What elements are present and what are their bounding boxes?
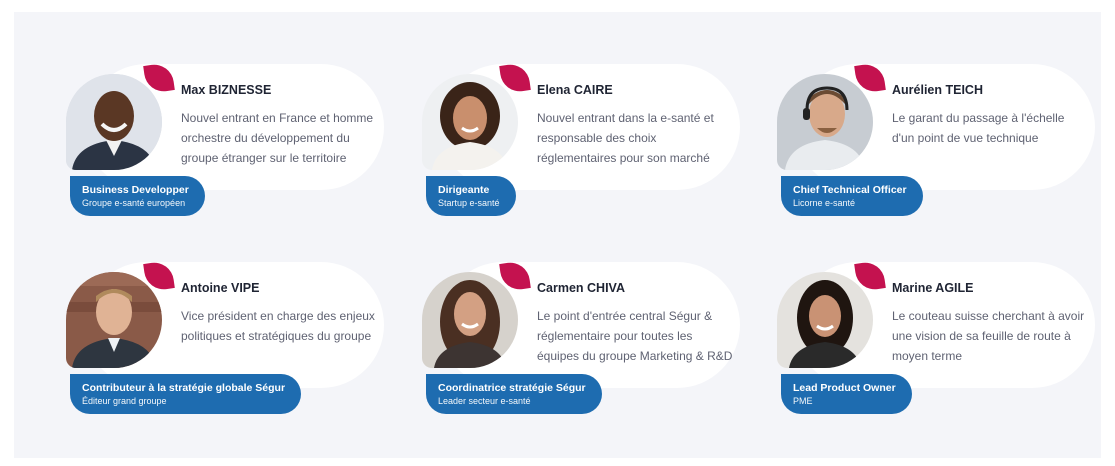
- persona-organization: Groupe e-santé européen: [82, 198, 186, 208]
- persona-role: Coordinatrice stratégie Ségur: [438, 382, 586, 394]
- persona-photo: [777, 272, 873, 368]
- persona-role-badge: Coordinatrice stratégie Ségur Leader sec…: [426, 374, 602, 414]
- persona-organization: Startup e-santé: [438, 198, 500, 208]
- persona-organization: Licorne e-santé: [793, 198, 856, 208]
- persona-role-badge: Contributeur à la stratégie globale Ségu…: [70, 374, 302, 414]
- personas-panel: Max BIZNESSE Nouvel entrant en France et…: [14, 12, 1101, 458]
- persona-card: Marine AGILE Le couteau suisse cherchant…: [777, 260, 1097, 414]
- persona-name: Marine AGILE: [892, 281, 974, 295]
- persona-role: Dirigeante: [438, 184, 490, 196]
- persona-description: Le couteau suisse cherchant à avoir une …: [892, 309, 1085, 363]
- persona-name: Aurélien TEICH: [892, 83, 983, 97]
- persona-card: Antoine VIPE Vice président en charge de…: [66, 260, 386, 414]
- persona-photo: [66, 272, 162, 368]
- persona-role-badge: Dirigeante Startup e-santé: [426, 176, 516, 216]
- persona-role: Chief Technical Officer: [793, 184, 907, 196]
- persona-name: Antoine VIPE: [181, 281, 260, 295]
- persona-name: Carmen CHIVA: [537, 281, 625, 295]
- persona-card: Max BIZNESSE Nouvel entrant en France et…: [66, 62, 386, 216]
- persona-card: Carmen CHIVA Le point d'entrée central S…: [422, 260, 742, 414]
- persona-card: Elena CAIRE Nouvel entrant dans la e-san…: [422, 62, 742, 216]
- persona-description: Nouvel entrant en France et homme orches…: [181, 111, 374, 165]
- persona-description: Le point d'entrée central Ségur & réglem…: [537, 309, 733, 363]
- persona-role-badge: Lead Product Owner PME: [781, 374, 912, 414]
- persona-organization: Éditeur grand groupe: [82, 396, 167, 406]
- persona-description: Le garant du passage à l'échelle d'un po…: [892, 111, 1065, 145]
- persona-photo: [422, 272, 518, 368]
- persona-description: Vice président en charge des enjeux poli…: [181, 309, 375, 343]
- persona-role-badge: Business Developper Groupe e-santé europ…: [70, 176, 205, 216]
- persona-organization: PME: [793, 396, 813, 406]
- persona-role: Business Developper: [82, 184, 189, 196]
- persona-photo: [777, 74, 873, 170]
- persona-card: Aurélien TEICH Le garant du passage à l'…: [777, 62, 1097, 216]
- persona-role-badge: Chief Technical Officer Licorne e-santé: [781, 176, 923, 216]
- persona-name: Elena CAIRE: [537, 83, 613, 97]
- persona-description: Nouvel entrant dans la e-santé et respon…: [537, 111, 714, 165]
- persona-role: Lead Product Owner: [793, 382, 896, 394]
- persona-name: Max BIZNESSE: [181, 83, 272, 97]
- persona-organization: Leader secteur e-santé: [438, 396, 531, 406]
- persona-role: Contributeur à la stratégie globale Ségu…: [82, 382, 286, 394]
- persona-photo: [422, 74, 518, 170]
- persona-photo: [66, 74, 162, 170]
